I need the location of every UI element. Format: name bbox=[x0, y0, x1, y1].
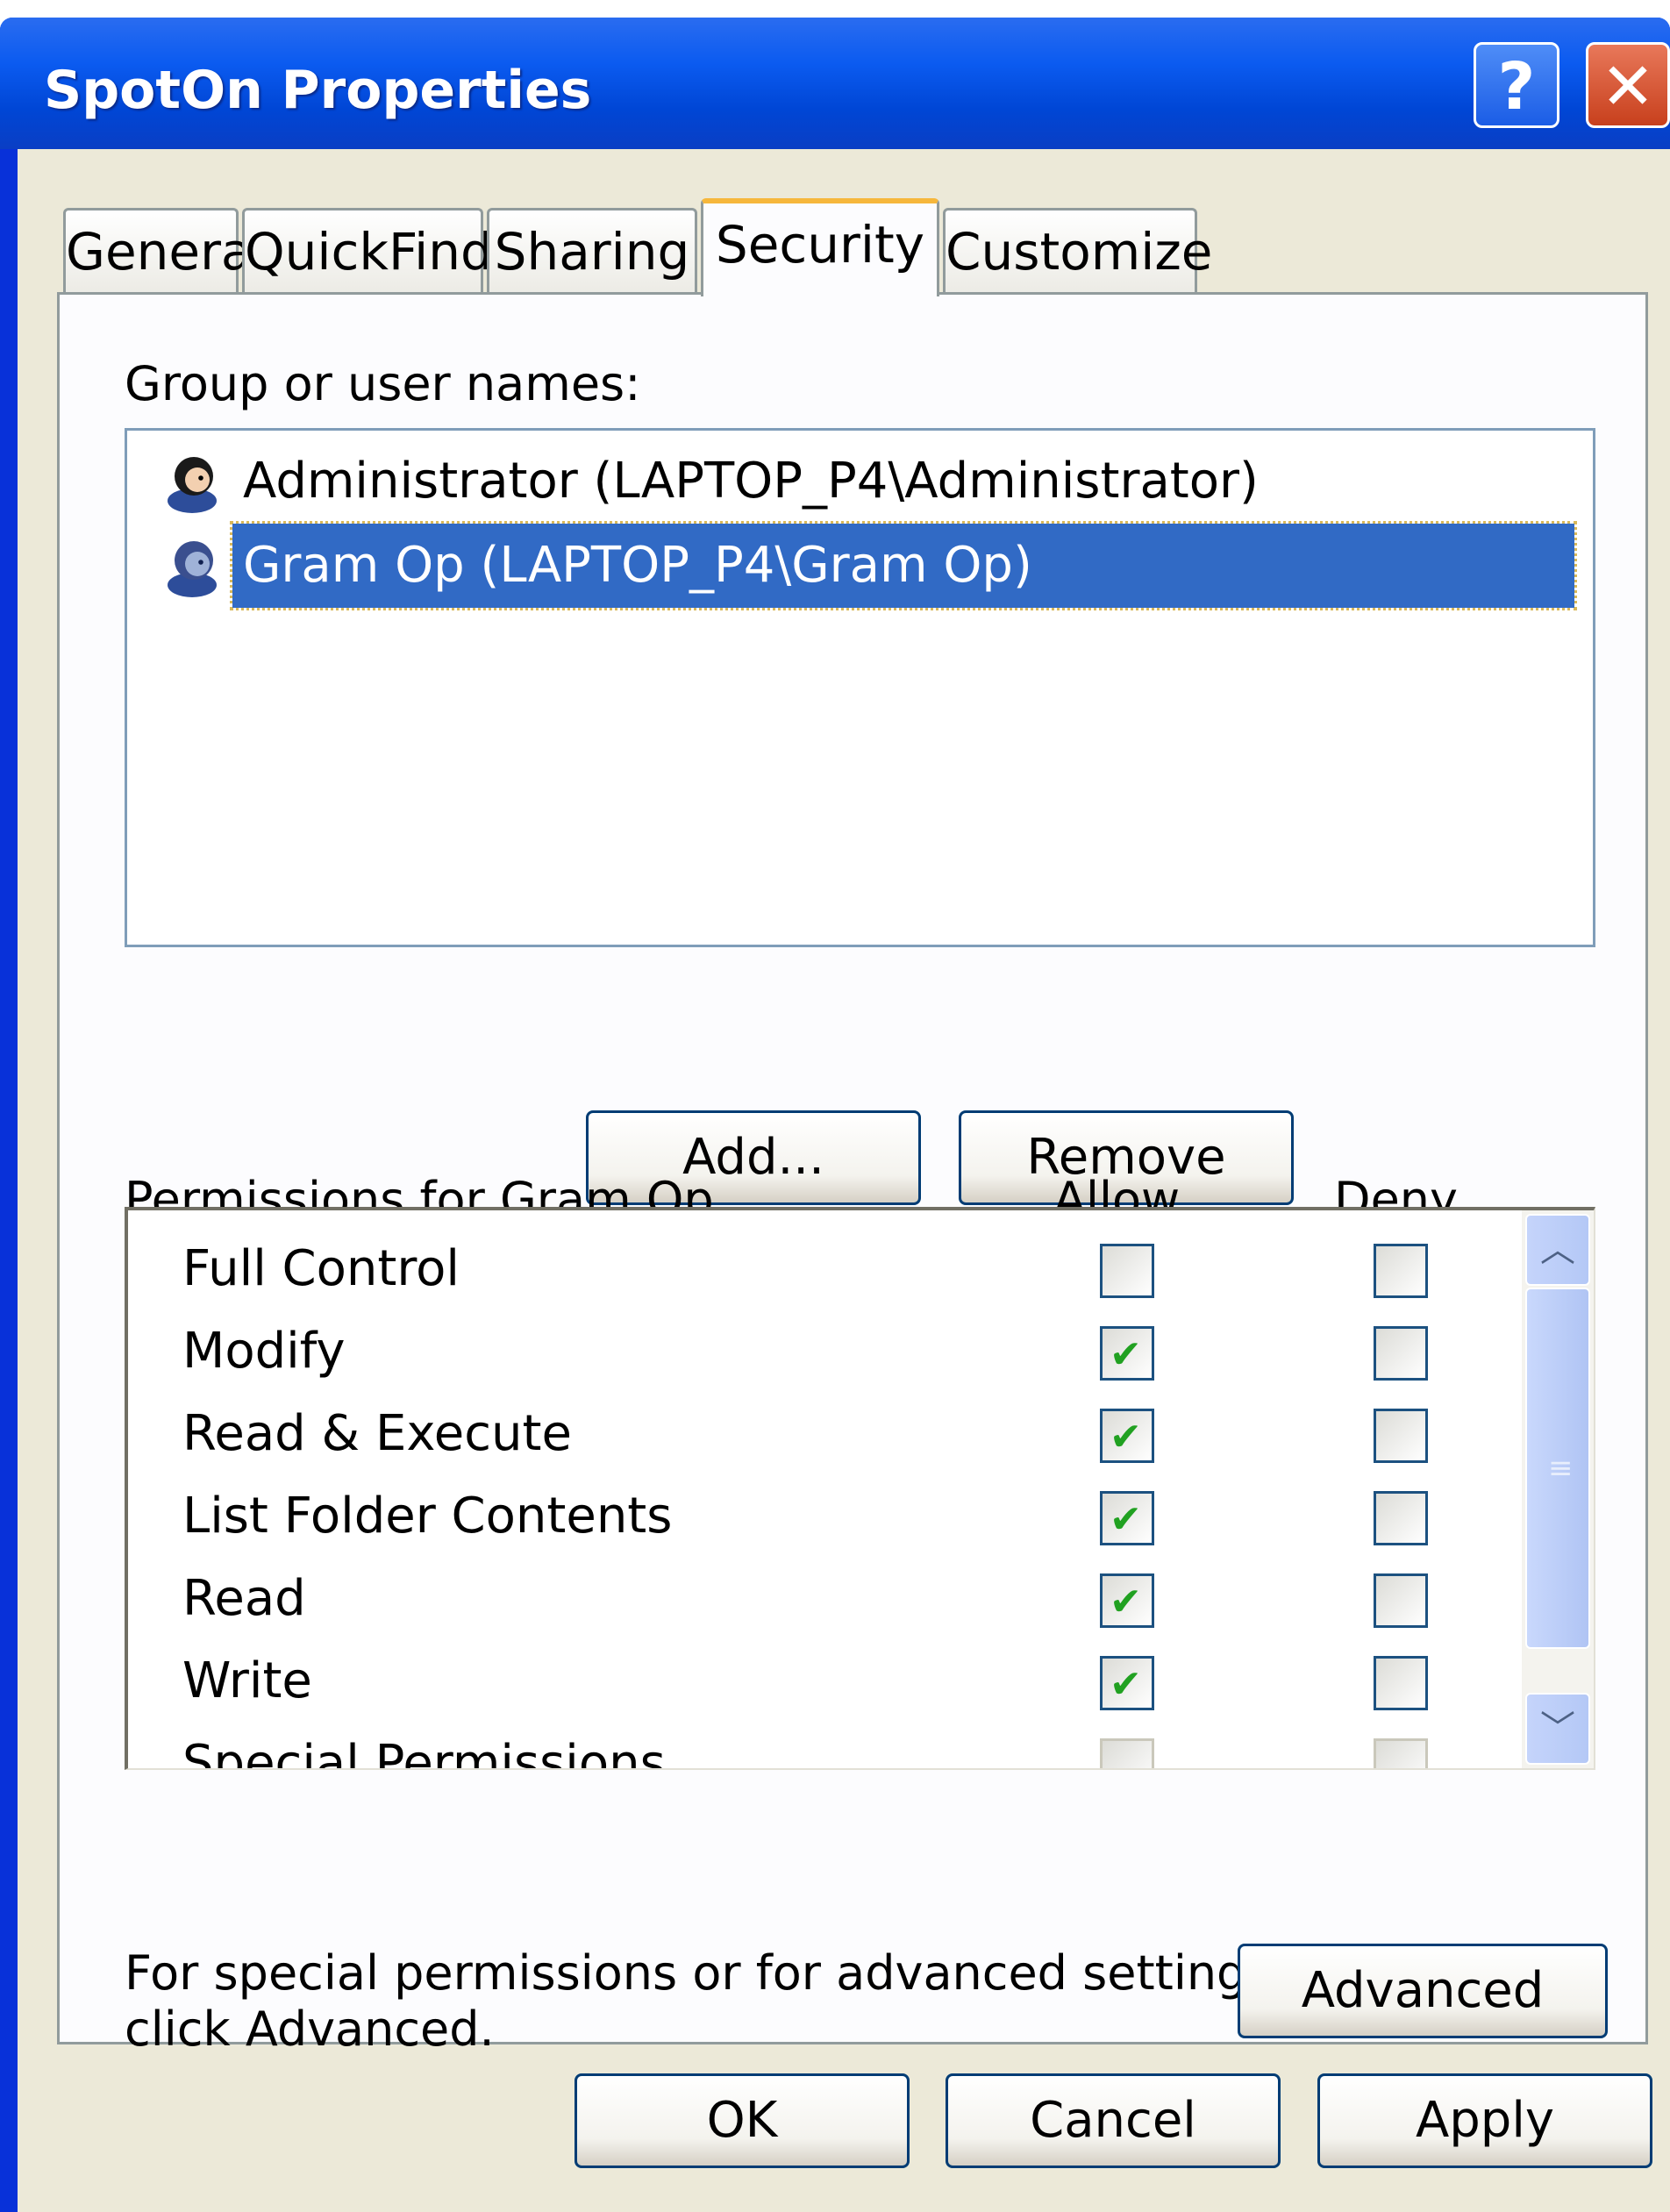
check-icon: ✔ bbox=[1110, 1332, 1142, 1377]
permission-name: Special Permissions bbox=[182, 1735, 666, 1770]
advanced-note: For special permissions or for advanced … bbox=[125, 1945, 1287, 2001]
tab-customize[interactable]: Customize bbox=[943, 208, 1212, 293]
window-title: SpotOn Properties bbox=[44, 60, 592, 121]
permission-name: Read bbox=[182, 1570, 306, 1627]
permissions-scrollbar[interactable]: ︿ ≡ ﹀ bbox=[1522, 1210, 1594, 1768]
deny-checkbox[interactable] bbox=[1374, 1244, 1428, 1298]
deny-checkbox[interactable] bbox=[1374, 1656, 1428, 1710]
scroll-down-button[interactable]: ﹀ bbox=[1525, 1693, 1590, 1765]
user-list-item[interactable]: Gram Op (LAPTOP_P4\Gram Op) bbox=[127, 521, 1592, 610]
cancel-button[interactable]: Cancel bbox=[946, 2073, 1281, 2168]
user-name: Gram Op (LAPTOP_P4\Gram Op) bbox=[230, 521, 1577, 610]
user-name: Administrator (LAPTOP_P4\Administrator) bbox=[243, 453, 1259, 510]
check-icon: ✔ bbox=[1110, 1415, 1142, 1459]
permission-name: Full Control bbox=[182, 1240, 460, 1297]
permission-row: Write ✔ bbox=[128, 1640, 1496, 1723]
tab-quickfinder[interactable]: QuickFinder bbox=[242, 208, 545, 293]
properties-window: SpotOn Properties ? ✕ General QuickFinde… bbox=[0, 18, 1670, 2212]
advanced-button[interactable]: Advanced bbox=[1238, 1944, 1608, 2038]
check-icon: ✔ bbox=[1110, 1580, 1142, 1624]
allow-checkbox[interactable]: ✔ bbox=[1100, 1491, 1154, 1545]
apply-button[interactable]: Apply bbox=[1317, 2073, 1652, 2168]
deny-checkbox[interactable] bbox=[1374, 1573, 1428, 1628]
deny-checkbox[interactable] bbox=[1374, 1326, 1428, 1381]
deny-checkbox[interactable] bbox=[1374, 1409, 1428, 1463]
permission-name: Modify bbox=[182, 1323, 346, 1380]
permission-row: Read ✔ bbox=[128, 1558, 1496, 1640]
deny-checkbox[interactable] bbox=[1374, 1491, 1428, 1545]
scroll-thumb[interactable]: ≡ bbox=[1525, 1288, 1590, 1649]
check-icon: ✔ bbox=[1110, 1662, 1142, 1707]
permission-row: Special Permissions bbox=[128, 1723, 1496, 1770]
chevron-down-icon: ﹀ bbox=[1540, 1709, 1575, 1749]
permission-name: List Folder Contents bbox=[182, 1488, 673, 1545]
permission-row: Full Control bbox=[128, 1228, 1496, 1310]
ok-button[interactable]: OK bbox=[575, 2073, 910, 2168]
user-icon bbox=[168, 457, 217, 513]
dialog-client: General QuickFinder Sharing Security Cus… bbox=[18, 149, 1670, 2212]
tab-general[interactable]: General bbox=[63, 208, 267, 293]
user-list-item[interactable]: Administrator (LAPTOP_P4\Administrator) bbox=[127, 439, 1592, 524]
allow-checkbox[interactable]: ✔ bbox=[1100, 1409, 1154, 1463]
chevron-up-icon: ︿ bbox=[1540, 1230, 1575, 1270]
permission-name: Write bbox=[182, 1652, 312, 1709]
tab-security[interactable]: Security bbox=[701, 198, 939, 296]
allow-checkbox[interactable]: ✔ bbox=[1100, 1573, 1154, 1628]
help-button[interactable]: ? bbox=[1474, 42, 1559, 128]
group-or-user-names-label: Group or user names: bbox=[125, 356, 641, 411]
title-bar[interactable]: SpotOn Properties ? ✕ bbox=[0, 18, 1670, 149]
grip-icon: ≡ bbox=[1548, 1451, 1574, 1486]
tab-sharing[interactable]: Sharing bbox=[487, 208, 697, 293]
user-icon bbox=[168, 541, 217, 597]
advanced-note-line2: click Advanced. bbox=[125, 2002, 495, 2057]
close-button[interactable]: ✕ bbox=[1586, 42, 1670, 128]
allow-checkbox[interactable]: ✔ bbox=[1100, 1326, 1154, 1381]
permission-row: Modify ✔ bbox=[128, 1310, 1496, 1393]
permission-row: List Folder Contents ✔ bbox=[128, 1475, 1496, 1558]
scroll-up-button[interactable]: ︿ bbox=[1525, 1214, 1590, 1286]
allow-checkbox[interactable]: ✔ bbox=[1100, 1656, 1154, 1710]
allow-checkbox bbox=[1100, 1738, 1154, 1768]
permissions-list: Full Control Modify ✔ Read & Execute ✔ L… bbox=[125, 1207, 1595, 1770]
check-icon: ✔ bbox=[1110, 1497, 1142, 1542]
permission-name: Read & Execute bbox=[182, 1405, 572, 1462]
user-list[interactable]: Administrator (LAPTOP_P4\Administrator) … bbox=[125, 428, 1595, 947]
allow-checkbox[interactable] bbox=[1100, 1244, 1154, 1298]
permission-row: Read & Execute ✔ bbox=[128, 1393, 1496, 1475]
security-panel: Group or user names: Administrator (LAPT… bbox=[57, 292, 1648, 2057]
deny-checkbox bbox=[1374, 1738, 1428, 1768]
